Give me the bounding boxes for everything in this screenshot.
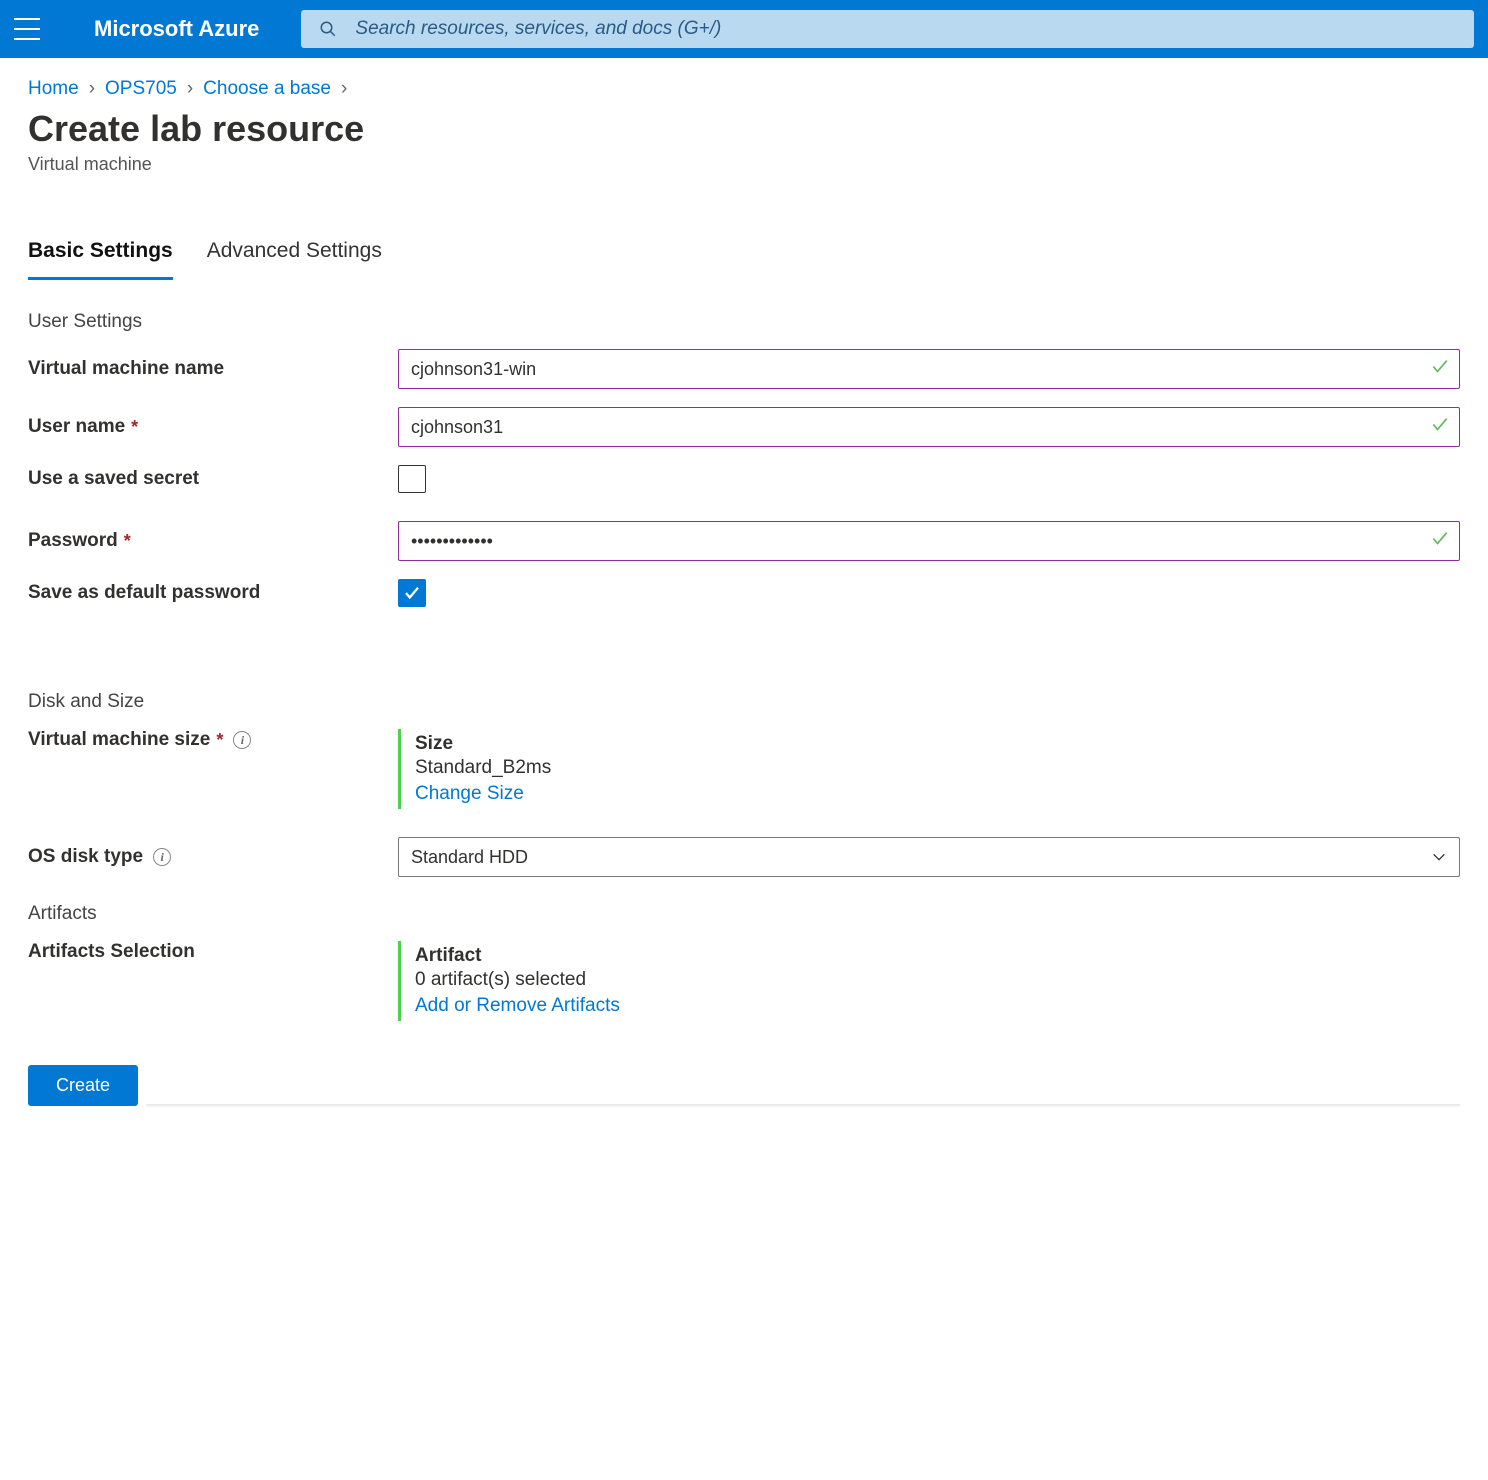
os-disk-type-select[interactable]: Standard HDD (398, 837, 1460, 877)
vm-size-header: Size (415, 733, 551, 755)
section-disk-and-size: Disk and Size (28, 691, 1460, 713)
chevron-right-icon: › (341, 78, 347, 100)
user-name-label-text: User name (28, 416, 125, 438)
password-label-text: Password (28, 530, 118, 552)
field-user-name: User name * (28, 407, 1460, 447)
content: Home › OPS705 › Choose a base › Create l… (0, 58, 1488, 1146)
check-icon (1430, 415, 1450, 440)
artifacts-block: Artifact 0 artifact(s) selected Add or R… (398, 941, 620, 1021)
vm-size-block: Size Standard_B2ms Change Size (398, 729, 551, 809)
breadcrumb-choose-base[interactable]: Choose a base (203, 78, 331, 100)
create-button[interactable]: Create (28, 1065, 138, 1106)
save-default-password-label: Save as default password (28, 582, 398, 604)
use-saved-secret-label: Use a saved secret (28, 468, 398, 490)
footer-shadow (146, 1104, 1460, 1108)
field-artifacts-selection: Artifacts Selection Artifact 0 artifact(… (28, 941, 1460, 1021)
artifact-header: Artifact (415, 945, 620, 967)
hamburger-menu-icon[interactable] (14, 18, 40, 40)
password-input[interactable] (398, 521, 1460, 561)
info-icon[interactable]: i (233, 731, 251, 749)
field-os-disk-type: OS disk type i Standard HDD (28, 837, 1460, 877)
search-box[interactable] (301, 10, 1474, 48)
tabs: Basic Settings Advanced Settings (28, 231, 1460, 281)
os-disk-type-label-text: OS disk type (28, 846, 143, 868)
breadcrumb-ops705[interactable]: OPS705 (105, 78, 177, 100)
header-bar: Microsoft Azure (0, 0, 1488, 58)
artifacts-selection-label: Artifacts Selection (28, 941, 398, 963)
tab-advanced-settings[interactable]: Advanced Settings (207, 231, 382, 280)
chevron-down-icon (1431, 849, 1447, 865)
search-input[interactable] (355, 18, 1456, 40)
search-icon (319, 20, 337, 38)
chevron-right-icon: › (187, 78, 193, 100)
tab-basic-settings[interactable]: Basic Settings (28, 231, 173, 280)
breadcrumb-home[interactable]: Home (28, 78, 79, 100)
field-vm-size: Virtual machine size * i Size Standard_B… (28, 729, 1460, 809)
add-remove-artifacts-link[interactable]: Add or Remove Artifacts (415, 995, 620, 1017)
section-user-settings: User Settings (28, 311, 1460, 333)
chevron-right-icon: › (89, 78, 95, 100)
os-disk-type-label: OS disk type i (28, 846, 398, 868)
vm-size-value: Standard_B2ms (415, 757, 551, 779)
field-save-default-password: Save as default password (28, 579, 1460, 607)
change-size-link[interactable]: Change Size (415, 783, 551, 805)
artifact-count: 0 artifact(s) selected (415, 969, 620, 991)
use-saved-secret-checkbox[interactable] (398, 465, 426, 493)
field-password: Password * (28, 521, 1460, 561)
required-asterisk: * (124, 531, 131, 552)
brand-label[interactable]: Microsoft Azure (94, 16, 259, 42)
page-subtitle: Virtual machine (28, 154, 1460, 175)
vm-size-label: Virtual machine size * i (28, 729, 398, 751)
save-default-password-checkbox[interactable] (398, 579, 426, 607)
user-name-label: User name * (28, 416, 398, 438)
vm-size-label-text: Virtual machine size (28, 729, 210, 751)
os-disk-type-value: Standard HDD (411, 847, 528, 868)
password-label: Password * (28, 530, 398, 552)
user-name-input[interactable] (398, 407, 1460, 447)
field-vm-name: Virtual machine name (28, 349, 1460, 389)
breadcrumb: Home › OPS705 › Choose a base › (28, 78, 1460, 100)
section-artifacts: Artifacts (28, 903, 1460, 925)
info-icon[interactable]: i (153, 848, 171, 866)
page-title: Create lab resource (28, 108, 1460, 150)
check-icon (1430, 357, 1450, 382)
vm-name-input[interactable] (398, 349, 1460, 389)
footer: Create (28, 1065, 1460, 1106)
field-use-saved-secret: Use a saved secret (28, 465, 1460, 493)
required-asterisk: * (131, 417, 138, 438)
check-icon (1430, 529, 1450, 554)
vm-name-label: Virtual machine name (28, 358, 398, 380)
required-asterisk: * (216, 730, 223, 751)
